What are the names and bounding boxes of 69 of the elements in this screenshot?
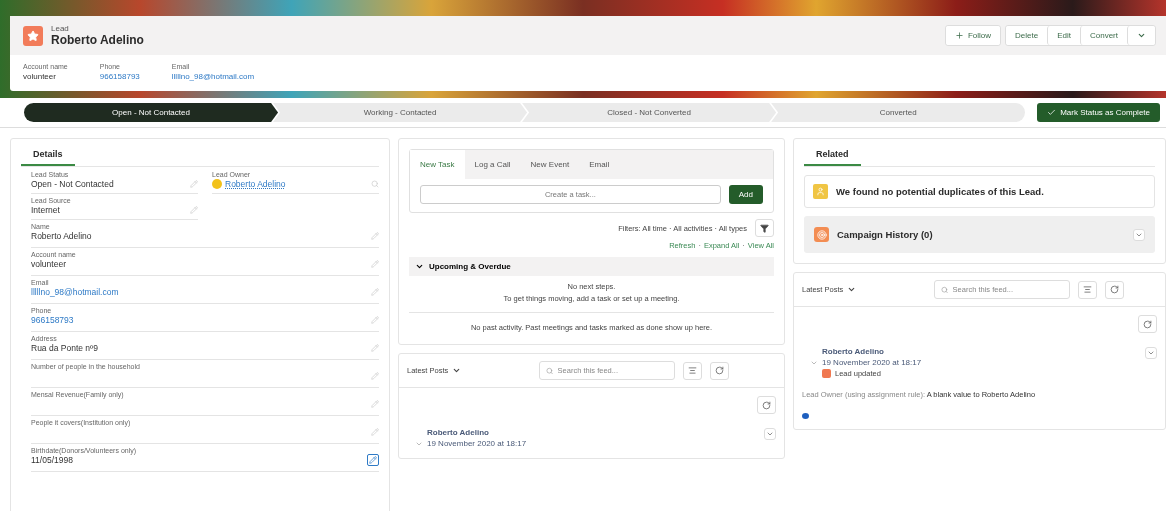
field-value[interactable]: Roberto Adelino: [225, 178, 286, 189]
path-step[interactable]: Converted: [771, 103, 1026, 122]
check-icon: [1047, 108, 1057, 117]
field-value[interactable]: lllllno_98@hotmail.com: [31, 286, 119, 297]
refresh-button[interactable]: [757, 396, 776, 414]
highlight-value[interactable]: 966158793: [99, 72, 140, 81]
refresh-icon: [1143, 319, 1152, 329]
post-author-link[interactable]: Roberto Adelino: [822, 347, 1141, 356]
avatar-icon: [212, 178, 222, 189]
refresh-button[interactable]: [710, 361, 730, 380]
field-value: Open - Not Contacted: [31, 178, 114, 189]
refresh-button[interactable]: [1105, 280, 1125, 299]
follow-button[interactable]: Follow: [945, 26, 1001, 45]
filter-button[interactable]: [755, 219, 774, 237]
refresh-icon: [1110, 285, 1120, 294]
path-step[interactable]: Open - Not Contacted: [24, 103, 279, 122]
lines-icon: [688, 366, 698, 375]
campaign-menu-button[interactable]: [1133, 228, 1145, 241]
refresh-button[interactable]: [1138, 315, 1157, 333]
post-menu-button[interactable]: [1145, 347, 1157, 359]
upcoming-section-header[interactable]: Upcoming & Overdue: [409, 257, 774, 276]
record-name: Roberto Adelino: [51, 33, 145, 47]
activity-tab[interactable]: Email: [579, 150, 620, 179]
lines-icon: [1083, 285, 1093, 294]
field-value: Rua da Ponte nº9: [31, 342, 98, 353]
filter-lines-button[interactable]: [683, 361, 703, 380]
field-value: 11/05/1998: [31, 455, 73, 465]
path-step[interactable]: Working - Contacted: [273, 103, 528, 122]
activity-tab[interactable]: New Event: [520, 150, 580, 179]
more-actions-button[interactable]: [1127, 26, 1155, 45]
related-tab[interactable]: Related: [804, 139, 861, 166]
highlight-value[interactable]: lllllno_98@hotmail.com: [171, 72, 255, 81]
highlight-value: volunteer: [23, 72, 57, 81]
filter-lines-button[interactable]: [1078, 280, 1098, 299]
filter-icon: [760, 223, 769, 233]
field-value: Roberto Adelino: [31, 230, 92, 241]
search-icon: [941, 285, 949, 294]
caret-icon: [1147, 349, 1155, 357]
caret-icon: [1137, 31, 1146, 40]
mark-complete-button[interactable]: Mark Status as Complete: [1037, 103, 1160, 122]
caret-icon: [766, 430, 774, 438]
pencil-icon[interactable]: [367, 454, 379, 466]
path-step[interactable]: Closed - Not Converted: [522, 103, 777, 122]
update-icon: [822, 369, 831, 378]
details-tab[interactable]: Details: [21, 139, 75, 166]
refresh-icon: [762, 400, 771, 410]
duplicates-message: We found no potential duplicates of this Lead.: [836, 186, 1044, 197]
chevron-icon: [415, 262, 424, 271]
refresh-icon: [715, 366, 725, 375]
add-button[interactable]: Add: [728, 185, 763, 204]
activity-tab[interactable]: Log a Call: [464, 150, 521, 179]
like-icon[interactable]: [802, 413, 809, 419]
activity-tab[interactable]: New Task: [410, 150, 465, 179]
post-author-link[interactable]: Roberto Adelino: [427, 428, 760, 437]
plus-icon: [954, 31, 964, 40]
post-date-link[interactable]: 19 November 2020 at 18:17: [427, 439, 527, 448]
campaign-title[interactable]: Campaign History (0): [837, 229, 1125, 240]
record-type: Lead: [51, 24, 70, 33]
person-icon: [813, 184, 828, 199]
field-value: volunteer: [31, 258, 66, 269]
field-value: Internet: [31, 204, 60, 215]
post-date-link[interactable]: 19 November 2020 at 18:17: [822, 358, 922, 367]
search-icon[interactable]: [371, 179, 379, 188]
post-menu-button[interactable]: [764, 428, 776, 440]
field-value[interactable]: 966158793: [31, 314, 74, 325]
caret-icon: [847, 285, 857, 294]
target-icon: [814, 227, 829, 242]
search-icon: [546, 366, 554, 375]
caret-icon: [452, 366, 462, 375]
